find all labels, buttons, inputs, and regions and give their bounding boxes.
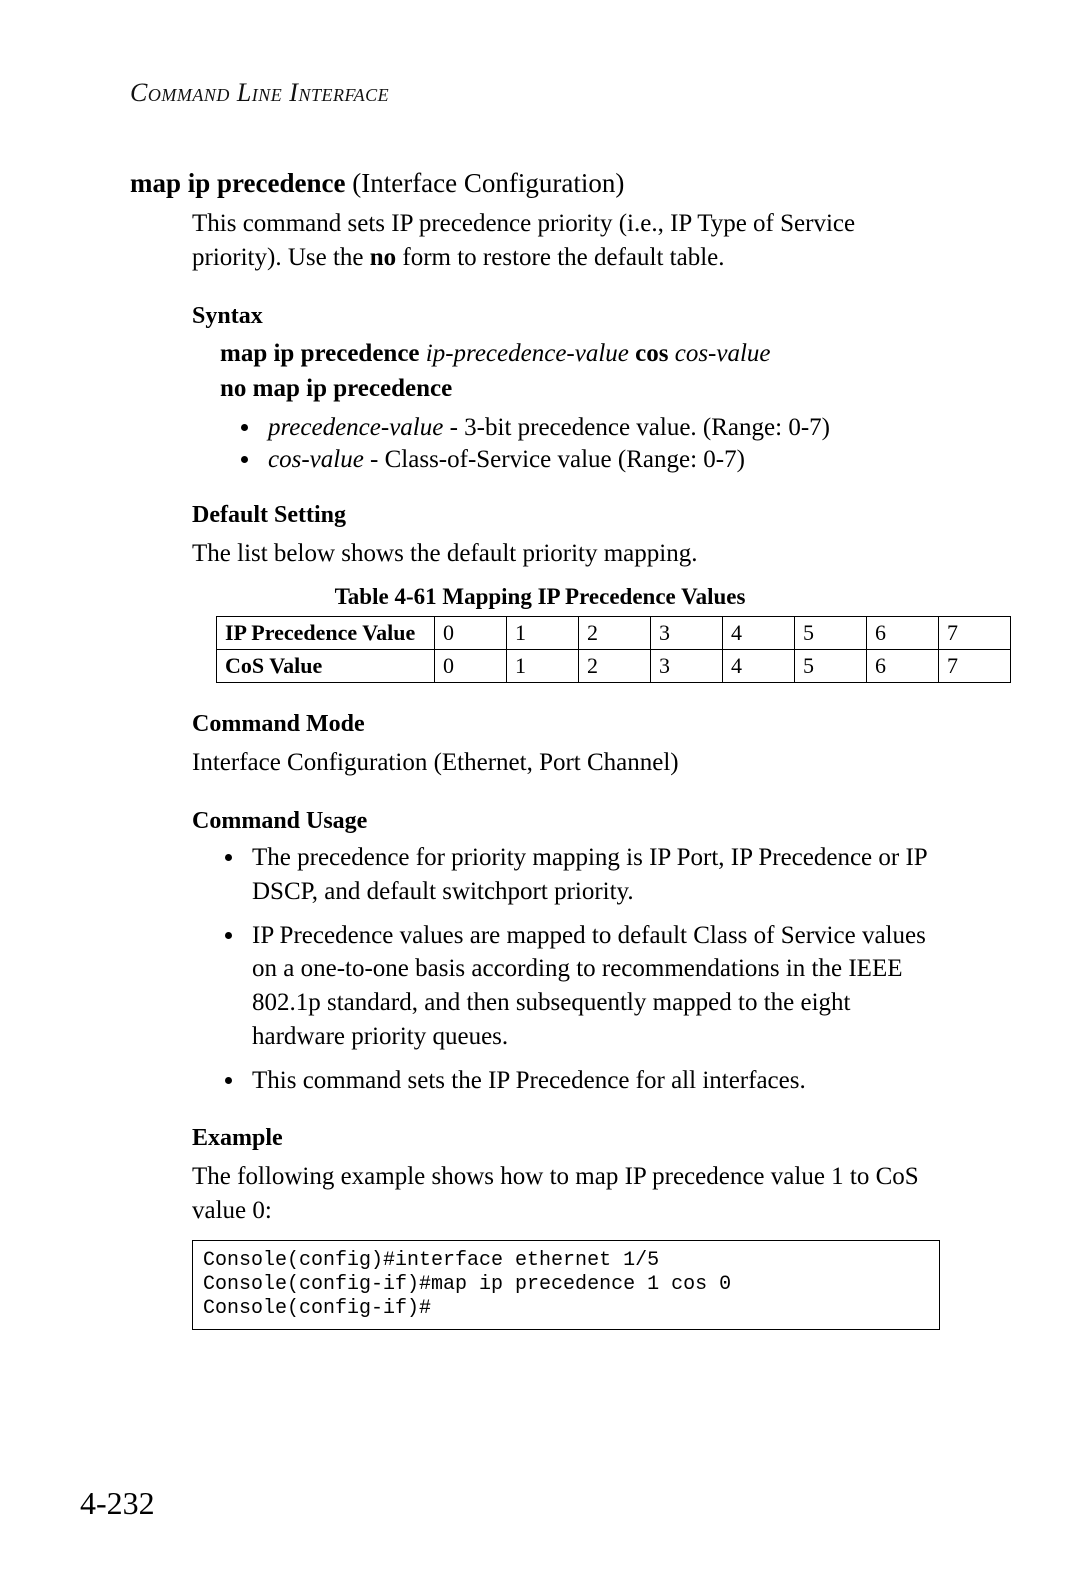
intro-no-keyword: no <box>370 244 396 271</box>
syntax-arg-2: cos-value <box>668 340 770 367</box>
syntax-cmd-2: cos <box>635 340 668 367</box>
default-setting-label: Default Setting <box>192 502 950 529</box>
usage-item-3: This command sets the IP Precedence for … <box>246 1064 940 1098</box>
cell: 3 <box>651 617 723 650</box>
command-context: (Interface Configuration) <box>345 168 624 198</box>
page-number: 4-232 <box>80 1485 155 1522</box>
command-title: map ip precedence (Interface Configurati… <box>130 168 950 199</box>
cell: 0 <box>435 617 507 650</box>
cell: 6 <box>867 650 939 683</box>
table-row-header: IP Precedence Value 0 1 2 3 4 5 6 7 <box>217 617 1011 650</box>
cell: 0 <box>435 650 507 683</box>
page: Command Line Interface map ip precedence… <box>0 0 1080 1570</box>
param-name: precedence-value <box>268 414 443 441</box>
cell: 6 <box>867 617 939 650</box>
cell: 1 <box>507 617 579 650</box>
syntax-lines: map ip precedence ip-precedence-value co… <box>220 336 950 406</box>
command-usage-label: Command Usage <box>192 808 950 835</box>
param-desc: - 3-bit precedence value. (Range: 0-7) <box>443 414 830 441</box>
cell: 7 <box>939 617 1011 650</box>
precedence-table: IP Precedence Value 0 1 2 3 4 5 6 7 CoS … <box>216 616 1011 683</box>
table-row-cos: CoS Value 0 1 2 3 4 5 6 7 <box>217 650 1011 683</box>
table-caption-text: Table 4-61 Mapping IP Precedence Values <box>335 584 746 609</box>
command-mode-text: Interface Configuration (Ethernet, Port … <box>192 746 940 780</box>
syntax-arg-1: ip-precedence-value <box>420 340 636 367</box>
syntax-no-form: no map ip precedence <box>220 375 452 402</box>
usage-item-1: The precedence for priority mapping is I… <box>246 841 940 909</box>
cell: 5 <box>795 617 867 650</box>
usage-item-2: IP Precedence values are mapped to defau… <box>246 919 940 1054</box>
command-description: This command sets IP precedence priority… <box>192 207 940 275</box>
row-label: CoS Value <box>217 650 435 683</box>
syntax-param-list: precedence-value - 3-bit precedence valu… <box>244 414 950 474</box>
example-label: Example <box>192 1125 950 1152</box>
syntax-label: Syntax <box>192 303 950 330</box>
command-usage-list: The precedence for priority mapping is I… <box>228 841 940 1097</box>
intro-text-2: form to restore the default table. <box>396 244 724 271</box>
syntax-cmd-1: map ip precedence <box>220 340 420 367</box>
cell: 1 <box>507 650 579 683</box>
cell: 7 <box>939 650 1011 683</box>
example-text: The following example shows how to map I… <box>192 1160 940 1228</box>
command-mode-label: Command Mode <box>192 711 950 738</box>
command-name: map ip precedence <box>130 168 345 198</box>
default-setting-text: The list below shows the default priorit… <box>192 537 940 571</box>
cell: 2 <box>579 617 651 650</box>
param-desc: - Class-of-Service value (Range: 0-7) <box>364 446 745 473</box>
syntax-param-2: cos-value - Class-of-Service value (Rang… <box>262 446 950 474</box>
cell: 5 <box>795 650 867 683</box>
param-name: cos-value <box>268 446 364 473</box>
running-header: Command Line Interface <box>130 78 950 108</box>
table-caption: Table 4-61 Mapping IP Precedence Values <box>130 584 950 610</box>
syntax-param-1: precedence-value - 3-bit precedence valu… <box>262 414 950 442</box>
cell: 4 <box>723 650 795 683</box>
example-code: Console(config)#interface ethernet 1/5 C… <box>192 1240 940 1330</box>
cell: 2 <box>579 650 651 683</box>
cell: 4 <box>723 617 795 650</box>
cell: 3 <box>651 650 723 683</box>
row-label: IP Precedence Value <box>217 617 435 650</box>
